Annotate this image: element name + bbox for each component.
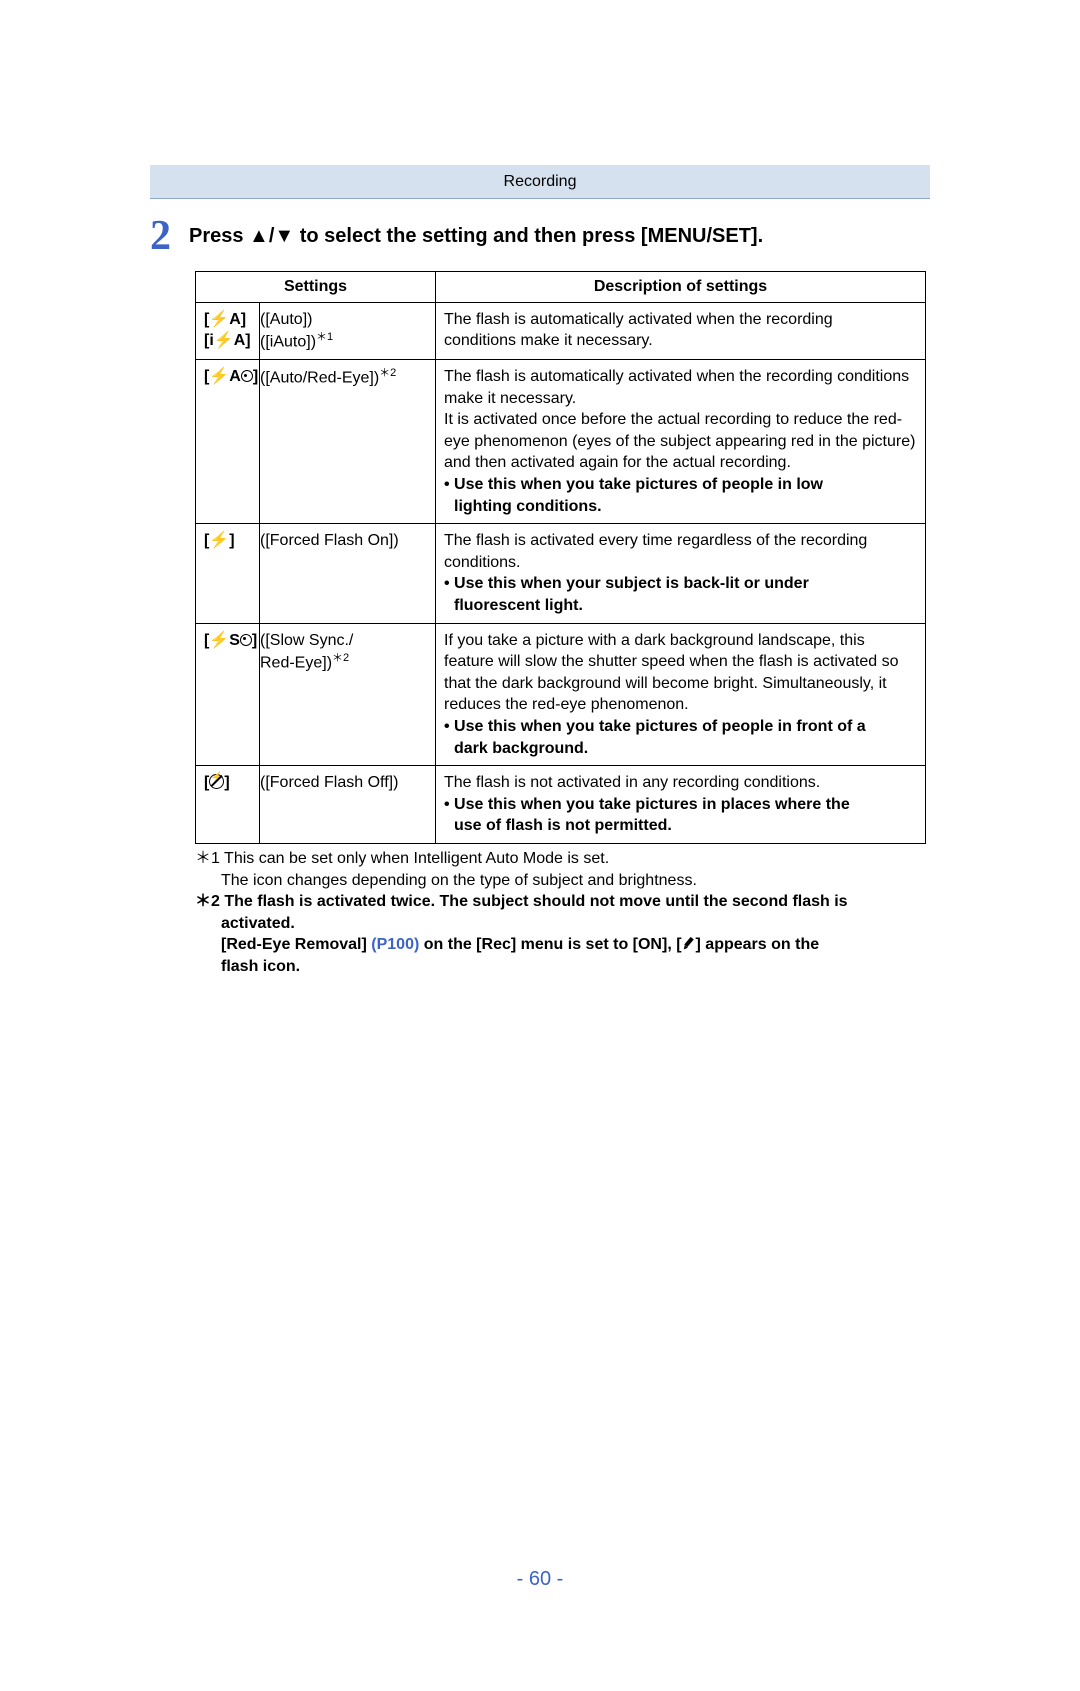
flash-auto-redeye-icon: [⚡A] <box>204 368 258 385</box>
redeye-icon <box>241 370 253 382</box>
table-row: [⚡] ([Forced Flash On]) The flash is act… <box>196 524 926 623</box>
auto-label: ([Auto]) <box>260 309 429 331</box>
footnote-2-body2: [Red-Eye Removal] (P100) on the [Rec] me… <box>195 934 930 956</box>
usage-note: dark background. <box>444 738 917 760</box>
step-2: 2 Press ▲/▼ to select the setting and th… <box>150 215 930 257</box>
usage-note: fluorescent light. <box>444 595 917 617</box>
description-text: The flash is automatically activated whe… <box>444 309 917 331</box>
forced-off-label: ([Forced Flash Off]) <box>260 774 398 791</box>
step-number: 2 <box>150 215 171 257</box>
usage-note: lighting conditions. <box>444 496 917 518</box>
description-text: The flash is not activated in any record… <box>444 772 917 794</box>
flash-off-icon <box>209 774 224 789</box>
table-row: [⚡A] [i⚡A] ([Auto]) ([iAuto])＊1 The flas… <box>196 302 926 360</box>
description-text: conditions make it necessary. <box>444 330 917 352</box>
flash-forced-off-icon: [] <box>204 774 230 791</box>
description-text: The flash is activated every time regard… <box>444 530 917 573</box>
header-description: Description of settings <box>436 272 926 303</box>
footnote-ref-2: ＊2 <box>379 367 396 379</box>
forced-on-label: ([Forced Flash On]) <box>260 532 399 549</box>
footnote-1-body: The icon changes depending on the type o… <box>195 870 930 892</box>
breadcrumb-text: Recording <box>504 173 577 191</box>
footnote-2-body3: flash icon. <box>195 956 930 978</box>
pencil-icon <box>682 937 696 951</box>
table-row: [⚡S] ([Slow Sync./ Red-Eye])＊2 If you ta… <box>196 623 926 766</box>
slow-sync-label-line2: Red-Eye])＊2 <box>260 651 429 674</box>
usage-note: Use this when you take pictures of peopl… <box>444 474 917 496</box>
footnote-2: ＊2 The flash is activated twice. The sub… <box>195 891 930 913</box>
description-text: If you take a picture with a dark backgr… <box>444 630 917 716</box>
step-instruction: Press ▲/▼ to select the setting and then… <box>189 225 763 248</box>
footnote-ref-2: ＊2 <box>332 652 349 664</box>
footnote-1: ＊1 This can be set only when Intelligent… <box>195 848 930 870</box>
flash-slow-sync-icon: [⚡S] <box>204 632 257 649</box>
description-text: It is activated once before the actual r… <box>444 409 917 474</box>
flash-iauto-icon: [i⚡A] <box>204 330 255 352</box>
breadcrumb: Recording <box>150 165 930 199</box>
table-row: [] ([Forced Flash Off]) The flash is not… <box>196 766 926 844</box>
footnotes: ＊1 This can be set only when Intelligent… <box>195 848 930 978</box>
usage-note: Use this when you take pictures of peopl… <box>444 716 917 738</box>
footnote-ref-1: ＊1 <box>316 331 333 343</box>
flash-forced-on-icon: [⚡] <box>204 532 235 549</box>
usage-note: use of flash is not permitted. <box>444 815 917 837</box>
description-text: The flash is automatically activated whe… <box>444 366 917 409</box>
auto-redeye-label: ([Auto/Red-Eye]) <box>260 369 379 386</box>
usage-note: Use this when you take pictures in place… <box>444 794 917 816</box>
table-row: [⚡A] ([Auto/Red-Eye])＊2 The flash is aut… <box>196 360 926 524</box>
header-settings: Settings <box>196 272 436 303</box>
p100-link[interactable]: (P100) <box>371 936 419 953</box>
usage-note: Use this when your subject is back-lit o… <box>444 573 917 595</box>
footnote-2-body: activated. <box>195 913 930 935</box>
flash-auto-icon: [⚡A] <box>204 309 255 331</box>
settings-table: Settings Description of settings [⚡A] [i… <box>195 271 926 844</box>
iauto-label: ([iAuto])＊1 <box>260 330 429 353</box>
page-number: - 60 - <box>0 1568 1080 1591</box>
slow-sync-label-line1: ([Slow Sync./ <box>260 630 429 652</box>
redeye-icon <box>240 634 252 646</box>
